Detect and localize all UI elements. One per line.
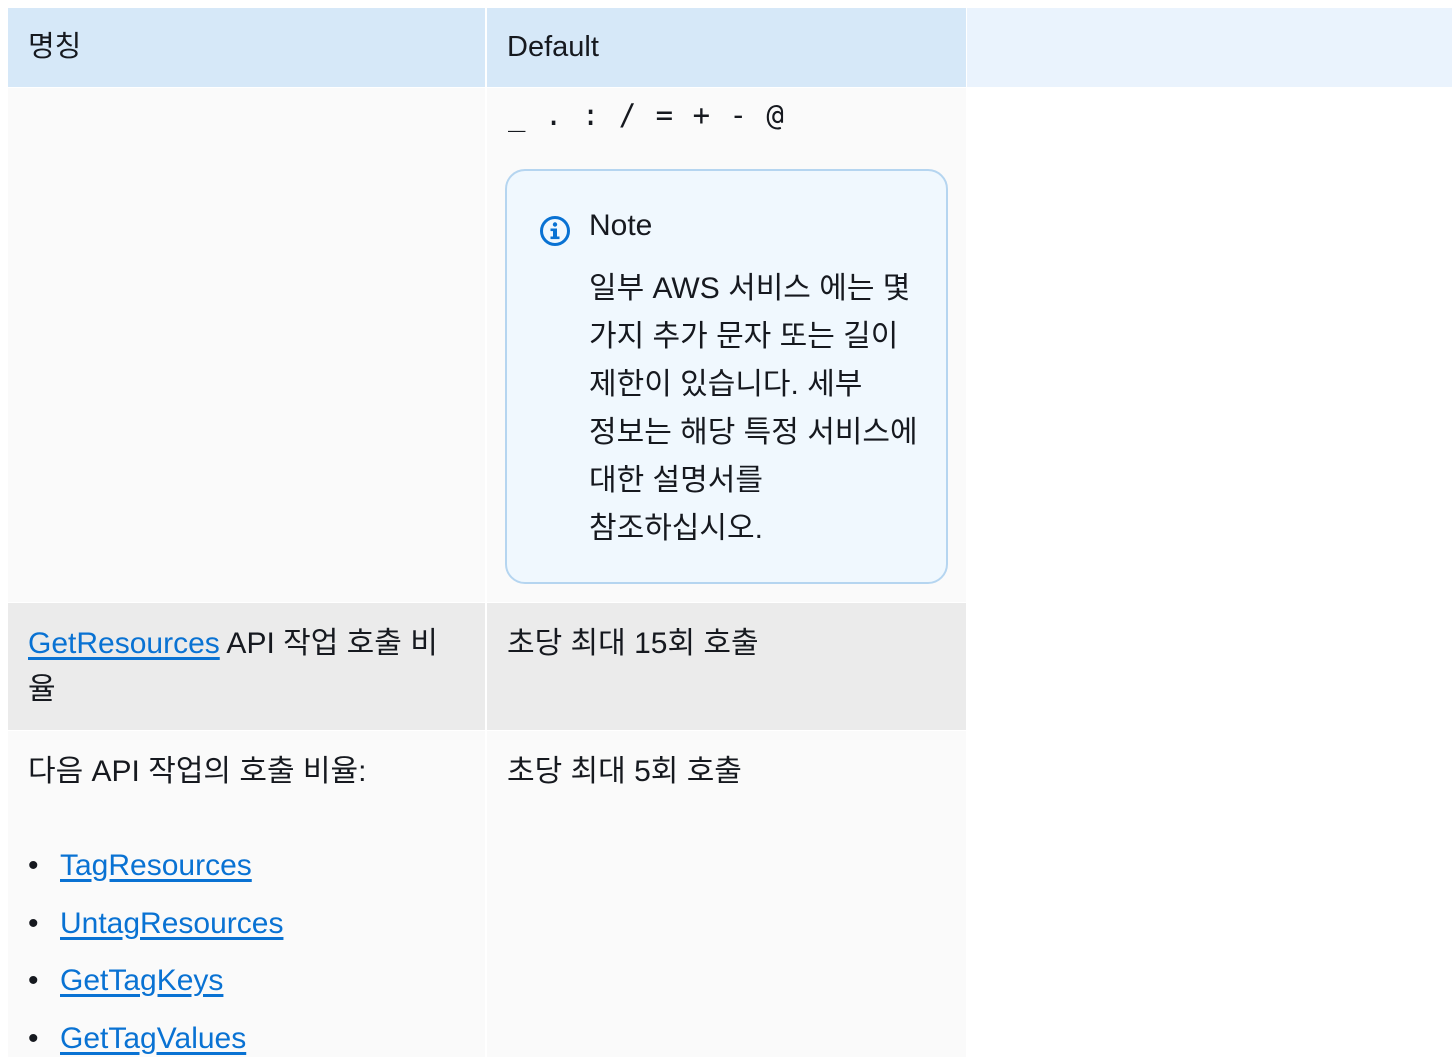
table-row: GetResources API 작업 호출 비율 초당 최대 15회 호출 [8, 603, 966, 730]
table-row: 다음 API 작업의 호출 비율: • TagResources • UntagRe… [8, 731, 966, 1057]
untagresources-link[interactable]: UntagResources [60, 907, 283, 940]
tagresources-link[interactable]: TagResources [60, 849, 252, 882]
list-item: • GetTagKeys [28, 952, 283, 1010]
table-cell-name [8, 88, 485, 602]
note-box: Note 일부 AWS 서비스 에는 몇 가지 추가 문자 또는 길이 제한이 … [505, 169, 948, 584]
table-cell-default: _ . : / = + - @ Note 일부 AWS 서비스 에는 몇 가지 … [487, 88, 966, 602]
header-filler [967, 8, 1452, 87]
tag-api-rate-value: 초당 최대 5회 호출 [507, 755, 742, 788]
table-cell-name: GetResources API 작업 호출 비율 [8, 603, 485, 730]
table-cell-name: 다음 API 작업의 호출 비율: • TagResources • UntagRe… [8, 731, 485, 1057]
table-header-row: 명칭 Default [8, 8, 1452, 87]
table-row: _ . : / = + - @ Note 일부 AWS 서비스 에는 몇 가지 … [8, 88, 966, 602]
gettagvalues-link[interactable]: GetTagValues [60, 1022, 246, 1055]
list-item: • TagResources [28, 837, 283, 895]
table-cell-default: 초당 최대 15회 호출 [487, 603, 966, 730]
getresources-link[interactable]: GetResources [28, 627, 220, 660]
tag-api-rate-label: 다음 API 작업의 호출 비율: [28, 755, 367, 788]
bullet-icon: • [28, 1021, 39, 1055]
bullet-icon: • [28, 849, 39, 882]
info-icon [540, 216, 570, 246]
getresources-rate-value: 초당 최대 15회 호출 [507, 627, 759, 660]
allowed-characters: _ . : / = + - @ [508, 98, 785, 132]
note-body: 일부 AWS 서비스 에는 몇 가지 추가 문자 또는 길이 제한이 있습니다.… [589, 272, 918, 545]
header-default: Default [487, 8, 966, 87]
table-cell-default: 초당 최대 5회 호출 [487, 731, 966, 1057]
api-operation-list: • TagResources • UntagResources • GetTagKey… [28, 837, 283, 1057]
note-title: Note [589, 209, 653, 242]
gettagkeys-link[interactable]: GetTagKeys [60, 964, 223, 997]
bullet-icon: • [28, 964, 39, 997]
list-item: • UntagResources [28, 895, 283, 953]
bullet-icon: • [28, 906, 39, 940]
list-item: • GetTagValues [28, 1010, 283, 1057]
header-name: 명칭 [8, 8, 485, 87]
getresources-rate-label: GetResources API 작업 호출 비율 [28, 621, 458, 713]
